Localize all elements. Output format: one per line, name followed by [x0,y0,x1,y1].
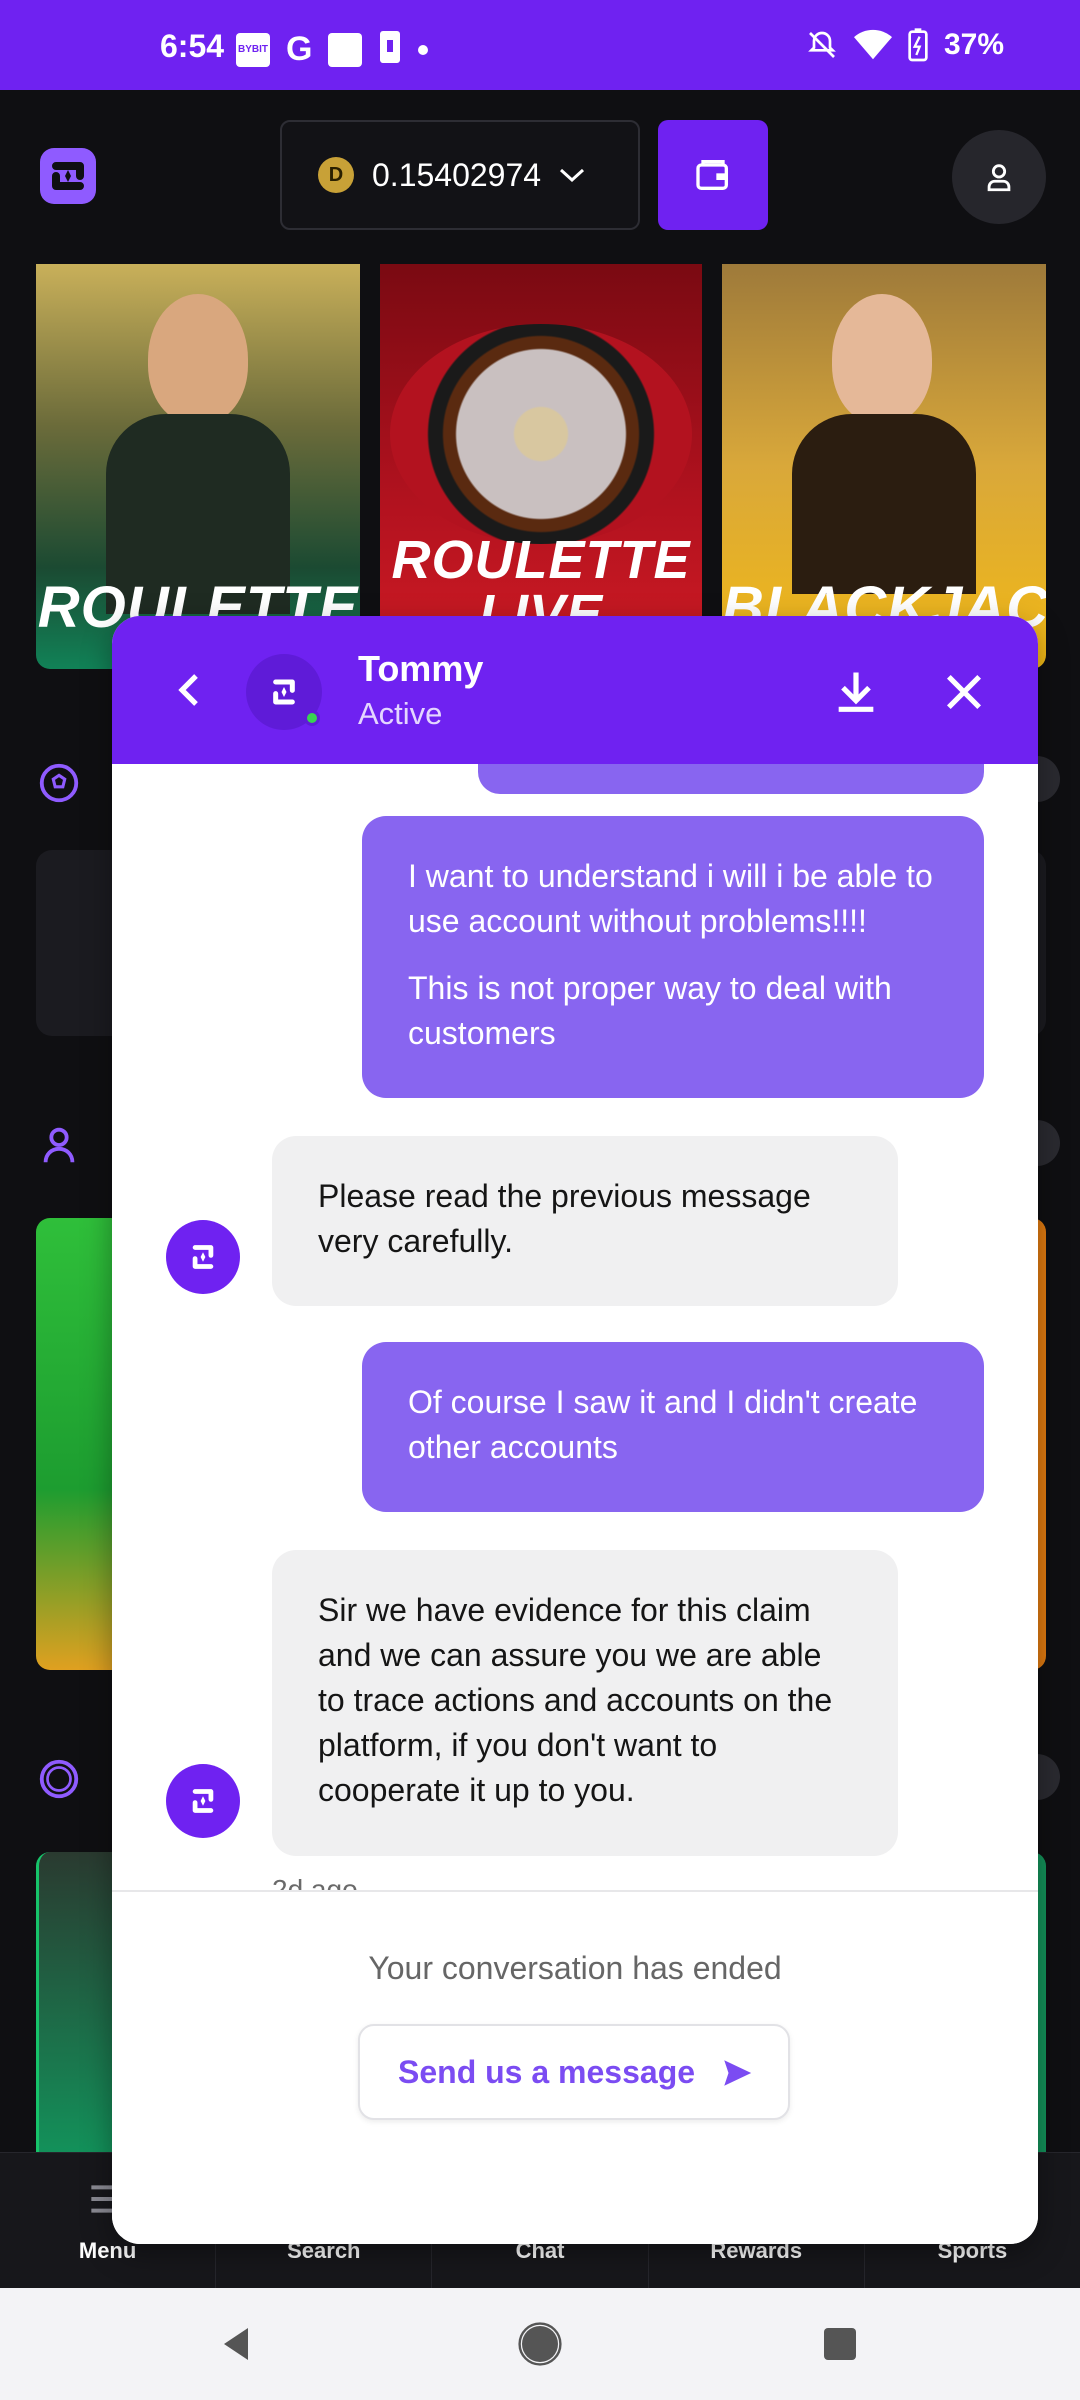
battery-percent: 37% [943,28,1004,61]
bell-off-icon [808,31,836,58]
clock: 6:54 [160,28,225,64]
stake-logo-icon [273,679,295,705]
balance-selector[interactable]: D 0.15402974 [280,120,640,230]
wallet-button[interactable] [658,120,768,230]
more-dot-icon [418,44,429,55]
phone-icon [378,30,402,69]
agent-avatar [166,1764,240,1838]
send-arrow-icon [724,2060,752,2086]
game-tile-blackjack[interactable]: BLACKJACK [722,264,1046,669]
agent-avatar [166,1220,240,1294]
download-icon[interactable] [830,666,882,718]
system-nav-bar [0,2288,1080,2400]
chat-footer: Your conversation has ended Send us a me… [112,1890,1038,2244]
game-tile-roulette[interactable]: ROULETTE [36,264,360,669]
send-message-button[interactable]: Send us a message [358,2024,790,2120]
message-bubble-agent: Sir we have evidence for this claim and … [272,1550,898,1856]
balance-amount: 0.15402974 [372,156,542,193]
message-list[interactable]: I want to understand i will i be able to… [112,764,1038,1890]
message-bubble-user: Of course I saw it and I didn't create o… [362,1342,984,1512]
conversation-ended-text: Your conversation has ended [368,1950,782,1986]
status-bar: 6:54 BYBIT G 37% [0,0,1080,90]
app-header: D 0.15402974 [0,90,1080,264]
square-icon [328,32,363,67]
coin-dollar-icon [39,1759,79,1799]
wallet-icon [696,160,728,190]
message-bubble-agent: Please read the previous message very ca… [272,1136,898,1306]
profile-button[interactable] [952,130,1046,224]
stake-logo-icon [192,1789,214,1813]
home-circle-icon[interactable] [518,2322,562,2366]
online-dot-icon [304,710,320,726]
battery-icon [908,28,928,62]
close-icon[interactable] [938,666,990,718]
message-bubble-user [478,764,984,794]
coin-icon: D [318,157,354,193]
wifi-icon [853,29,892,60]
user-icon [987,164,1011,192]
back-arrow-icon[interactable] [166,666,214,714]
chat-header: Tommy Active [112,616,1038,764]
game-tile-roulette-live[interactable]: ROULETTE LIVE [380,264,702,669]
agent-name: Tommy [358,648,484,689]
agent-avatar [246,654,322,730]
message-bubble-user: I want to understand i will i be able to… [362,816,984,1098]
chevron-down-icon [560,168,585,183]
back-triangle-icon[interactable] [216,2324,256,2364]
agent-status: Active [358,696,443,731]
bybit-icon: BYBIT [236,32,270,67]
chat-window: Tommy Active I want to understand i will… [112,616,1038,2244]
message-timestamp: 2d ago. [272,1874,366,1890]
football-icon [39,763,79,803]
google-icon: G [286,30,313,68]
dealer-icon [43,1127,75,1163]
stake-logo-icon [192,1245,214,1269]
stake-logo-icon[interactable] [36,144,100,208]
recents-square-icon[interactable] [822,2326,858,2362]
